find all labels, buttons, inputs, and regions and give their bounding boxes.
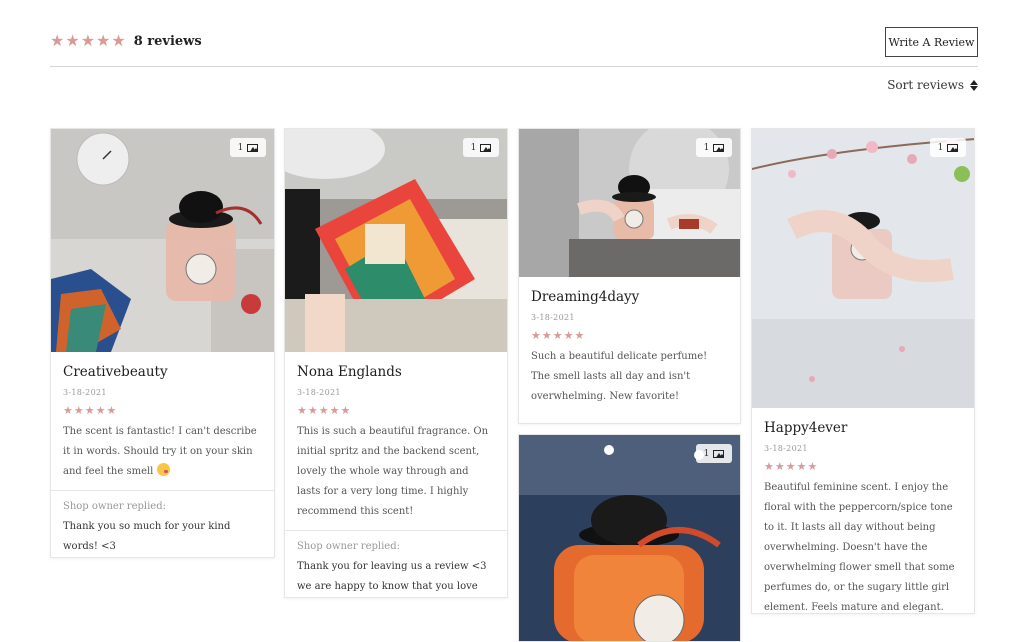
star-icon: ★ xyxy=(329,404,340,417)
shop-reply: Shop owner replied: Thank you for leavin… xyxy=(285,530,507,597)
star-icon: ★ xyxy=(340,404,351,417)
reply-label: Shop owner replied: xyxy=(297,541,400,552)
reviews-header: ★ ★ ★ ★ ★ 8 reviews Write A Review xyxy=(50,27,978,67)
sort-arrows-icon xyxy=(970,79,978,91)
review-card: 1 xyxy=(518,434,741,642)
star-icon: ★ xyxy=(50,31,65,50)
reply-text: Thank you so much for your kind words! <… xyxy=(63,521,231,552)
star-icon: ★ xyxy=(111,31,126,50)
review-count: 8 reviews xyxy=(133,33,202,49)
star-icon: ★ xyxy=(774,460,785,473)
image-icon xyxy=(713,143,725,152)
review-stars: ★ ★ ★ ★ ★ xyxy=(297,405,495,416)
review-date: 3-18-2021 xyxy=(297,388,341,397)
star-icon: ★ xyxy=(307,404,318,417)
review-photo[interactable]: 1 xyxy=(285,129,507,352)
review-photo[interactable]: 1 xyxy=(519,129,740,277)
image-icon xyxy=(480,143,492,152)
star-icon: ★ xyxy=(80,31,96,50)
reviewer-name: Happy4ever xyxy=(764,420,848,436)
review-date: 3-18-2021 xyxy=(63,388,107,397)
sort-label: Sort reviews xyxy=(887,78,964,92)
image-count-badge[interactable]: 1 xyxy=(696,444,732,463)
star-icon: ★ xyxy=(297,404,307,417)
review-card: 1 Nona Englands 3-18-2021 ★ ★ ★ ★ ★ This is … xyxy=(284,128,508,598)
star-icon: ★ xyxy=(96,31,111,50)
review-photo[interactable]: 1 xyxy=(51,129,274,352)
review-text: Such a beautiful delicate perfume! The s… xyxy=(531,351,708,402)
review-card: 1 Happy4ever 3-18-2021 ★ ★ ★ ★ ★ Beautiful f… xyxy=(751,128,975,614)
header-divider xyxy=(50,66,978,67)
star-icon: ★ xyxy=(318,404,329,417)
review-card: 1 Dreaming4dayy 3-18-2021 ★ ★ ★ ★ ★ Such a b… xyxy=(518,128,741,424)
image-icon xyxy=(247,143,259,152)
star-icon: ★ xyxy=(84,404,95,417)
review-photo[interactable]: 1 xyxy=(519,435,740,641)
image-count-badge[interactable]: 1 xyxy=(463,138,499,157)
reviewer-name: Dreaming4dayy xyxy=(531,289,640,305)
review-text: The scent is fantastic! I can't describe… xyxy=(63,426,257,477)
image-count-badge[interactable]: 1 xyxy=(230,138,266,157)
star-icon: ★ xyxy=(541,329,552,342)
review-card: 1 Creativebeauty 3-18-2021 ★ ★ ★ ★ ★ The sce… xyxy=(50,128,275,558)
star-icon: ★ xyxy=(63,404,73,417)
shop-reply: Shop owner replied: Thank you so much fo… xyxy=(51,490,274,557)
star-icon: ★ xyxy=(563,329,574,342)
review-text: Beautiful feminine scent. I enjoy the fl… xyxy=(764,482,955,613)
star-icon: ★ xyxy=(65,31,80,50)
review-date: 3-18-2021 xyxy=(531,313,575,322)
winking-kiss-emoji-icon xyxy=(156,463,170,476)
review-stars: ★ ★ ★ ★ ★ xyxy=(764,461,962,472)
review-stars: ★ ★ ★ ★ ★ xyxy=(531,330,728,341)
image-count-badge[interactable]: 1 xyxy=(696,138,732,157)
image-icon xyxy=(713,449,725,458)
star-icon: ★ xyxy=(73,404,84,417)
rating-summary: ★ ★ ★ ★ ★ 8 reviews xyxy=(50,33,202,49)
overall-rating-stars: ★ ★ ★ ★ ★ xyxy=(50,33,126,49)
review-photo[interactable]: 1 xyxy=(752,129,974,408)
star-icon: ★ xyxy=(95,404,106,417)
star-icon: ★ xyxy=(807,460,818,473)
star-icon: ★ xyxy=(552,329,563,342)
review-stars: ★ ★ ★ ★ ★ xyxy=(63,405,262,416)
star-icon: ★ xyxy=(796,460,807,473)
star-icon: ★ xyxy=(764,460,774,473)
star-icon: ★ xyxy=(574,329,585,342)
image-count-badge[interactable]: 1 xyxy=(930,138,966,157)
reply-text: Thank you for leaving us a review <3 we … xyxy=(297,561,487,592)
write-review-button[interactable]: Write A Review xyxy=(885,27,978,57)
star-icon: ★ xyxy=(531,329,541,342)
review-date: 3-18-2021 xyxy=(764,444,808,453)
image-icon xyxy=(947,143,959,152)
reviewer-name: Creativebeauty xyxy=(63,364,168,380)
sort-reviews-control[interactable]: Sort reviews xyxy=(887,78,978,92)
star-icon: ★ xyxy=(106,404,117,417)
reply-label: Shop owner replied: xyxy=(63,501,166,512)
star-icon: ★ xyxy=(785,460,796,473)
reviewer-name: Nona Englands xyxy=(297,364,402,380)
review-text: This is such a beautiful fragrance. On i… xyxy=(297,426,489,517)
